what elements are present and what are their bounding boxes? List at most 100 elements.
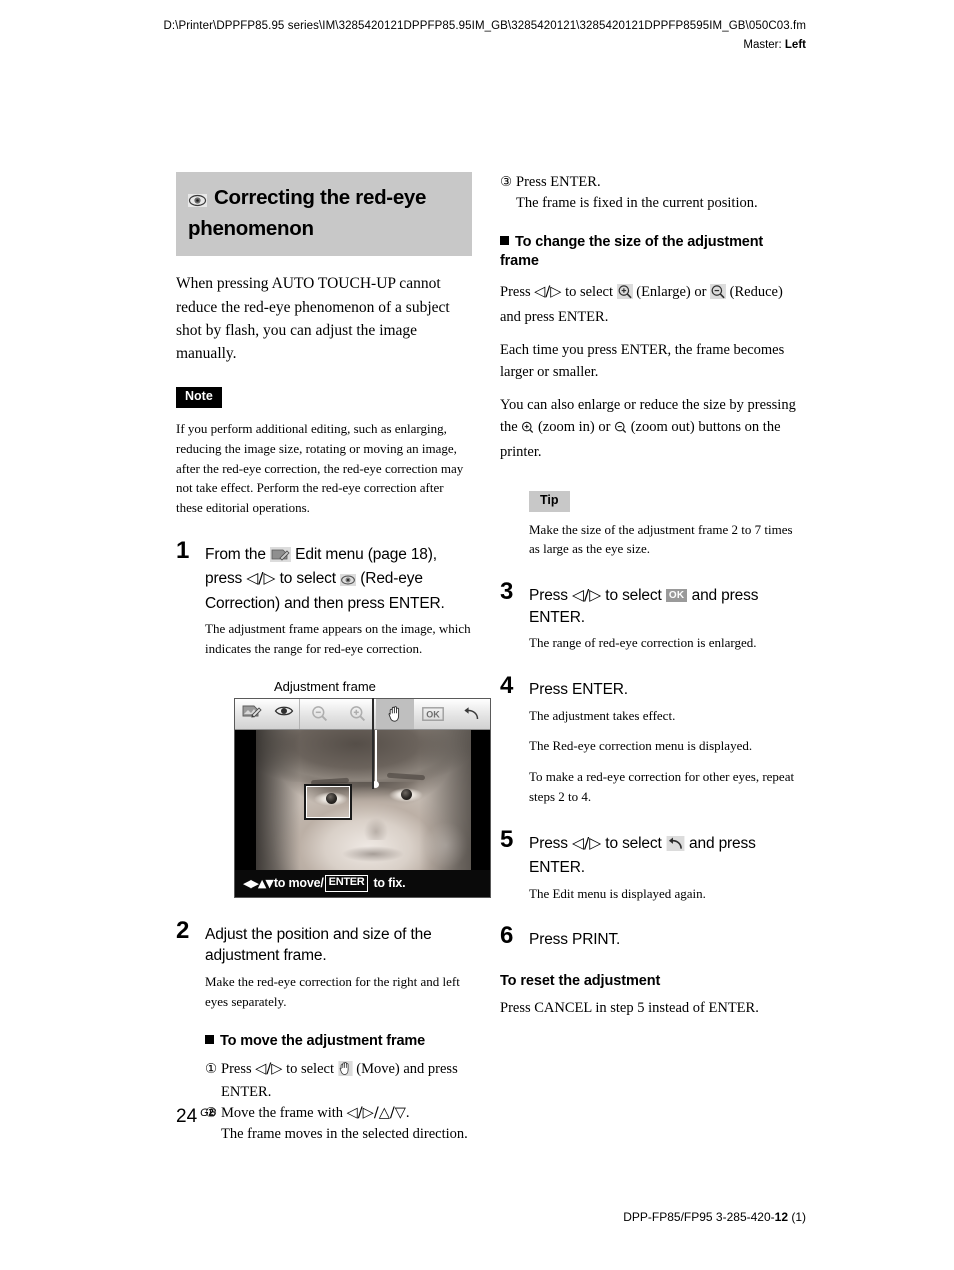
master-prefix: Master: bbox=[743, 39, 785, 51]
page-number-value: 24 bbox=[176, 1106, 198, 1127]
undo-icon bbox=[666, 835, 685, 858]
reduce-icon bbox=[710, 283, 727, 306]
step-5-number: 5 bbox=[500, 825, 514, 853]
figure-caption: Adjustment frame bbox=[274, 678, 376, 694]
step-6: 6 Press PRINT. bbox=[500, 924, 796, 951]
resize-b: to select bbox=[565, 283, 613, 300]
direction-arrows-icon: ◀▶▲▼ bbox=[243, 876, 274, 890]
move-hand-icon[interactable] bbox=[376, 698, 414, 729]
ok-icon[interactable]: OK bbox=[414, 699, 452, 729]
intro-paragraph: When pressing AUTO TOUCH-UP cannot reduc… bbox=[176, 275, 450, 363]
step-3-lead: Press ◁/▷ to select OK and press ENTER. bbox=[529, 585, 796, 628]
toolbar-group-right: OK bbox=[300, 698, 490, 729]
mouth-region bbox=[342, 845, 404, 862]
tip-badge: Tip bbox=[529, 490, 570, 512]
step-4-detail-3: To make a red-eye correction for other e… bbox=[529, 769, 795, 804]
reset-heading: To reset the adjustment bbox=[500, 972, 661, 989]
item3-list: ③ Press ENTER. The frame is fixed in the … bbox=[500, 172, 796, 213]
step-6-lead: Press PRINT. bbox=[529, 931, 621, 949]
item3-lead: Press ENTER. bbox=[516, 174, 601, 190]
move-frame-list: ① Press ◁/▷ to select (Move) and press EN… bbox=[205, 1059, 472, 1144]
red-eye-icon[interactable] bbox=[274, 704, 294, 723]
move-item2-arrows: ◁/▷/△/▽ bbox=[346, 1104, 406, 1121]
lcd-preview-photo bbox=[235, 729, 490, 870]
resize-c: (Enlarge) or bbox=[636, 283, 707, 300]
page-number: 24 GB bbox=[176, 1106, 216, 1128]
move-item1-b: to select bbox=[286, 1060, 334, 1077]
tip-text: Make the size of the adjustment frame 2 … bbox=[529, 521, 793, 557]
right-eye bbox=[389, 787, 423, 802]
step-2: 2 Adjust the position and size of the ad… bbox=[176, 918, 472, 1144]
model-code-b: (1) bbox=[788, 1210, 806, 1224]
tip-block: Tip Make the size of the adjustment fram… bbox=[529, 490, 796, 559]
page-footer: DPP-FP85/FP95 3-285-420-12 (1) bbox=[623, 1210, 806, 1224]
resize-instruction: Press ◁/▷ to select (Enlarge) or (Reduce… bbox=[500, 281, 796, 328]
section-title-text: Correcting the red-eye phenomenon bbox=[188, 186, 427, 240]
zoom-in-icon[interactable] bbox=[338, 699, 376, 729]
left-shadow bbox=[256, 729, 300, 870]
move-hand-icon bbox=[338, 1060, 353, 1083]
right-column: ③ Press ENTER. The frame is fixed in the … bbox=[500, 172, 796, 1019]
master-label: Master: Left bbox=[0, 39, 806, 51]
step-3-lead-b: to select bbox=[605, 587, 662, 605]
right-pupil bbox=[400, 789, 412, 801]
lcd-screen: OK ◀▶▲▼ to move/ ENTER to fix. bbox=[234, 697, 491, 898]
step-2-lead: Adjust the position and size of the adju… bbox=[205, 925, 432, 965]
step-3-number: 3 bbox=[500, 578, 514, 606]
step-5-arrows: ◁/▷ bbox=[572, 833, 602, 852]
file-path-text: D:\Printer\DPPFP85.95 series\IM\32854201… bbox=[163, 20, 806, 32]
zoom-out-button-icon bbox=[614, 419, 627, 441]
svg-text:OK: OK bbox=[426, 709, 440, 719]
model-code-bold: 12 bbox=[774, 1210, 788, 1224]
zoom-out-icon[interactable] bbox=[300, 699, 338, 729]
undo-icon[interactable] bbox=[452, 699, 490, 729]
square-bullet-icon bbox=[500, 236, 509, 246]
status-text-b: to fix. bbox=[373, 876, 406, 891]
circled-number-3: ③ bbox=[500, 174, 513, 189]
step-4-lead: Press ENTER. bbox=[529, 681, 628, 698]
move-frame-heading-text: To move the adjustment frame bbox=[220, 1032, 426, 1049]
item3-detail: The frame is fixed in the current positi… bbox=[516, 194, 758, 211]
resize-frame-heading-text: To change the size of the adjustment fra… bbox=[500, 234, 764, 270]
resize-arrows: ◁/▷ bbox=[534, 283, 562, 300]
square-bullet-icon bbox=[205, 1034, 214, 1044]
edit-menu-icon bbox=[270, 546, 291, 569]
move-frame-heading: To move the adjustment frame bbox=[205, 1032, 472, 1051]
step-4-detail-2: The Red-eye correction menu is displayed… bbox=[529, 738, 753, 754]
move-item1-arrows: ◁/▷ bbox=[255, 1060, 283, 1077]
step-1-lead: From the Edit menu (page 18), press ◁/▷ … bbox=[205, 544, 472, 615]
step-1-detail: The adjustment frame appears on the imag… bbox=[205, 621, 471, 657]
step-3-lead-a: Press bbox=[529, 587, 568, 605]
nose-region bbox=[364, 811, 388, 840]
move-item2-b: . bbox=[405, 1104, 410, 1121]
status-text-a: to move/ bbox=[273, 876, 324, 891]
eye-icon bbox=[188, 187, 207, 215]
step-2-number: 2 bbox=[176, 916, 190, 944]
red-eye-icon bbox=[340, 571, 357, 593]
resize-paragraph-3: You can also enlarge or reduce the size … bbox=[500, 394, 796, 463]
reset-text: Press CANCEL in step 5 instead of ENTER. bbox=[500, 999, 759, 1016]
right-shadow bbox=[419, 729, 471, 870]
lcd-toolbar: OK bbox=[235, 698, 490, 730]
move-item2-detail: The frame moves in the selected directio… bbox=[221, 1125, 468, 1142]
note-text: If you perform additional editing, such … bbox=[176, 421, 464, 516]
note-badge: Note bbox=[176, 387, 222, 409]
edit-menu-icon[interactable] bbox=[241, 703, 263, 725]
step-1-lead-c: to select bbox=[279, 570, 337, 588]
step-6-number: 6 bbox=[500, 922, 514, 950]
zoom-in-button-icon bbox=[521, 419, 534, 441]
resize-a: Press bbox=[500, 283, 531, 300]
adjustment-frame[interactable] bbox=[304, 729, 379, 820]
step-1-lead-a: From the bbox=[205, 545, 266, 563]
list-item: ① Press ◁/▷ to select (Move) and press EN… bbox=[205, 1059, 472, 1103]
step-4: 4 Press ENTER. The adjustment takes effe… bbox=[500, 674, 796, 807]
list-item: ③ Press ENTER. bbox=[500, 172, 796, 193]
step-1-number: 1 bbox=[176, 536, 190, 564]
move-item2-a: Move the frame with bbox=[221, 1104, 344, 1121]
step-5: 5 Press ◁/▷ to select and press ENTER. T… bbox=[500, 827, 796, 904]
ok-chip-icon: OK bbox=[665, 589, 688, 603]
enlarge-icon bbox=[616, 283, 633, 306]
circled-number-1: ① bbox=[205, 1060, 218, 1076]
step-5-detail: The Edit menu is displayed again. bbox=[529, 885, 706, 901]
step-5-lead: Press ◁/▷ to select and press ENTER. bbox=[529, 833, 796, 879]
